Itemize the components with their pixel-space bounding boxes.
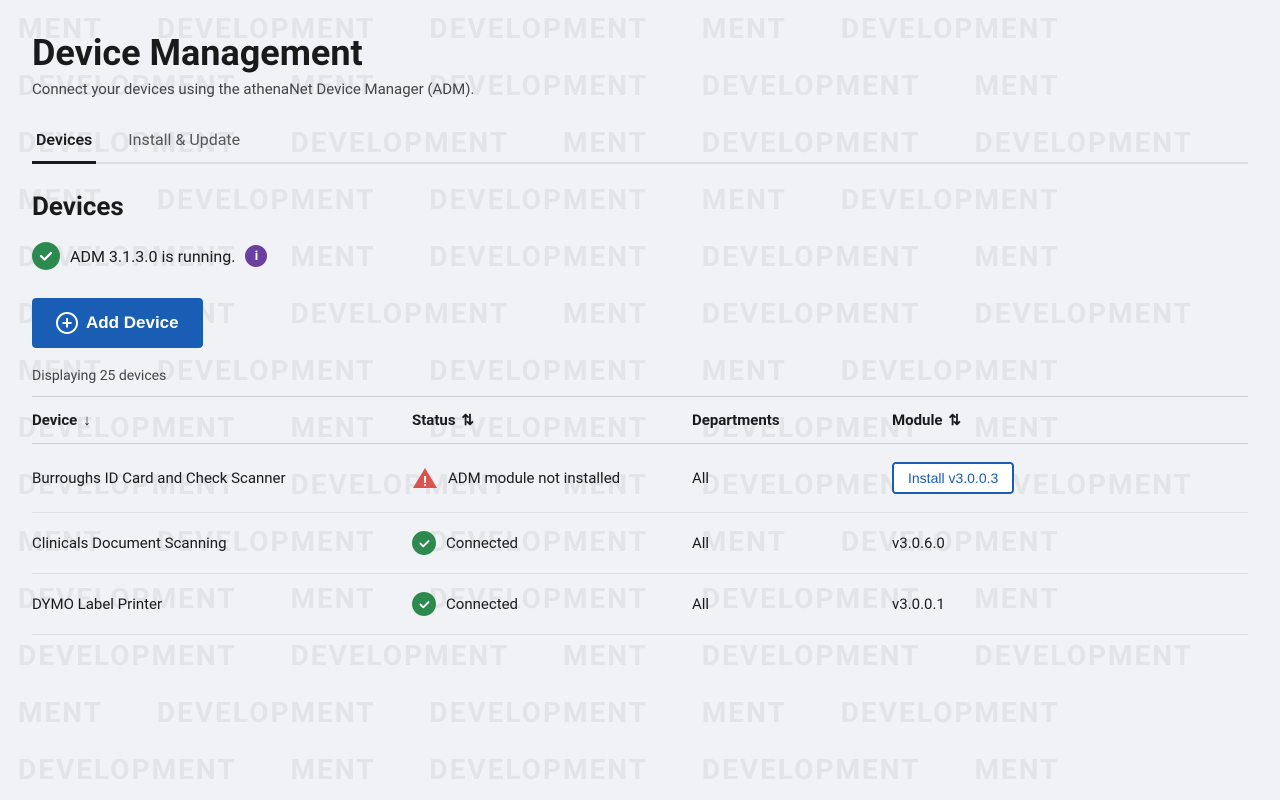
table-header: Device ↓ Status ⇅ Departments Module ⇅ [32,397,1248,444]
cell-device-2: Clinicals Document Scanning [32,534,412,552]
table-row: DYMO Label Printer Connected All v3.0.0.… [32,574,1248,635]
cell-status-3: Connected [412,592,692,616]
cell-status-1: ! ADM module not installed [412,465,692,491]
cell-device-3: DYMO Label Printer [32,595,412,613]
tabs-container: Devices Install & Update [32,118,1248,164]
table-row: Clinicals Document Scanning Connected Al… [32,513,1248,574]
page-title: Device Management [32,32,1248,74]
displaying-count: Displaying 25 devices [32,368,1248,384]
cell-dept-3: All [692,595,892,613]
connected-icon-2 [412,531,436,555]
cell-status-2: Connected [412,531,692,555]
table-row: Burroughs ID Card and Check Scanner ! AD… [32,444,1248,513]
tab-devices[interactable]: Devices [32,118,96,164]
tab-install-update[interactable]: Install & Update [124,118,244,164]
col-header-module: Module ⇅ [892,411,1248,429]
warning-icon: ! [412,465,438,491]
content-area: Devices ADM 3.1.3.0 is running. i + Add … [32,164,1248,635]
page-subtitle: Connect your devices using the athenaNet… [32,80,1248,98]
col-header-device: Device ↓ [32,411,412,429]
sort-module-icon[interactable]: ⇅ [949,411,962,429]
status-text-1: ADM module not installed [448,469,620,487]
status-text-3: Connected [446,595,518,613]
sort-device-icon[interactable]: ↓ [83,411,91,429]
info-icon[interactable]: i [245,245,267,267]
connected-icon-3 [412,592,436,616]
cell-module-1: Install v3.0.0.3 [892,462,1248,494]
col-header-departments: Departments [692,411,892,429]
adm-status-text: ADM 3.1.3.0 is running. [70,247,235,266]
sort-status-icon[interactable]: ⇅ [462,411,475,429]
add-device-label: Add Device [86,313,179,333]
add-device-button[interactable]: + Add Device [32,298,203,348]
add-circle-icon: + [56,312,78,334]
svg-text:!: ! [423,474,427,490]
section-title: Devices [32,192,1248,222]
cell-module-3: v3.0.0.1 [892,595,1248,613]
install-button-1[interactable]: Install v3.0.0.3 [892,462,1014,494]
devices-table: Device ↓ Status ⇅ Departments Module ⇅ B… [32,397,1248,635]
adm-status-row: ADM 3.1.3.0 is running. i [32,242,1248,270]
col-header-status: Status ⇅ [412,411,692,429]
page-header: Device Management Connect your devices u… [32,32,1248,98]
cell-dept-1: All [692,469,892,487]
status-text-2: Connected [446,534,518,552]
cell-device-1: Burroughs ID Card and Check Scanner [32,469,412,487]
cell-module-2: v3.0.6.0 [892,534,1248,552]
adm-check-icon [32,242,60,270]
cell-dept-2: All [692,534,892,552]
